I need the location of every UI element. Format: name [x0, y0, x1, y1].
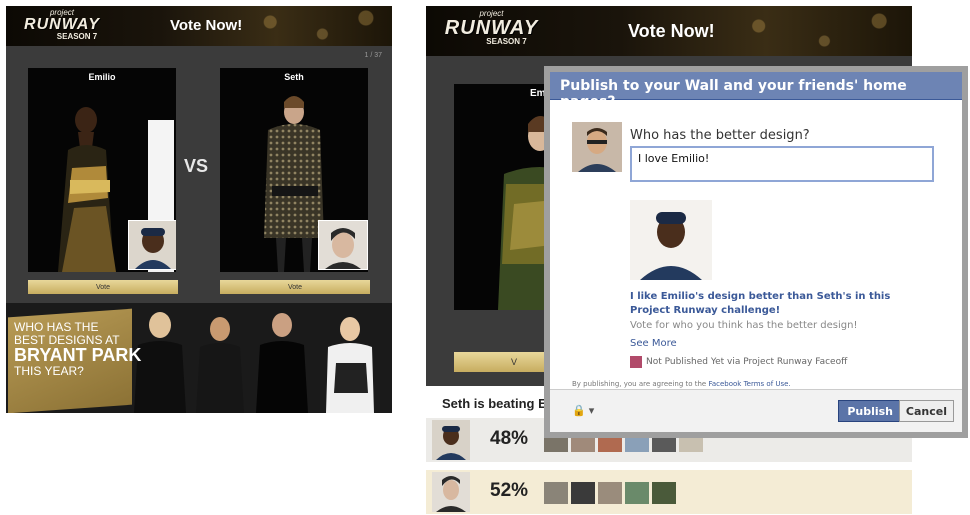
- designer-thumb-seth: [318, 220, 368, 270]
- header-banner: project RUNWAY SEASON 7 Vote Now!: [6, 6, 392, 46]
- app-icon: [630, 356, 642, 368]
- attachment-title-link[interactable]: I like Emilio's design better than Seth'…: [630, 290, 930, 318]
- friend-avatar[interactable]: [571, 482, 595, 504]
- dialog-title: Publish to your Wall and your friends' h…: [550, 72, 962, 110]
- vote-percent: 52%: [490, 480, 529, 501]
- bryant-park-promo[interactable]: WHO HAS THE BEST DESIGNS AT BRYANT PARK …: [6, 303, 392, 413]
- designer-avatar-emilio: [432, 420, 470, 460]
- friend-avatar[interactable]: [625, 482, 649, 504]
- attachment-image[interactable]: [630, 200, 712, 280]
- vote-now-title: Vote Now!: [170, 17, 243, 34]
- left-app-panel: project RUNWAY SEASON 7 Vote Now! 1 / 37…: [6, 6, 392, 413]
- terms-notice: By publishing, you are agreeing to the F…: [572, 380, 791, 388]
- versus-label: VS: [184, 156, 209, 176]
- terms-link[interactable]: Facebook Terms of Use.: [708, 380, 790, 388]
- lock-icon[interactable]: 🔒 ▾: [572, 404, 594, 417]
- vote-button-seth[interactable]: Vote: [220, 280, 370, 294]
- project-runway-logo: project RUNWAY SEASON 7: [24, 8, 100, 41]
- see-more-link[interactable]: See More: [630, 338, 677, 349]
- terms-text: By publishing, you are agreeing to the: [572, 380, 707, 388]
- friend-avatars: [544, 482, 676, 504]
- contestant-card-seth[interactable]: Seth: [220, 68, 368, 272]
- contestant-name: Emilio: [88, 72, 116, 82]
- vote-button-emilio[interactable]: Vote: [28, 280, 178, 294]
- publish-dialog: Publish to your Wall and your friends' h…: [544, 66, 968, 438]
- designer-thumb-emilio: [128, 220, 176, 270]
- publish-status-text: Not Published Yet via Project Runway Fac…: [646, 357, 848, 367]
- header-banner: project RUNWAY SEASON 7 Vote Now!: [426, 6, 912, 56]
- result-row: 52%: [426, 470, 912, 514]
- friend-avatar[interactable]: [544, 482, 568, 504]
- contestant-name: Seth: [284, 72, 304, 82]
- results-heading: Seth is beating E: [442, 396, 547, 411]
- post-prompt: Who has the better design?: [630, 128, 810, 143]
- publish-status: Not Published Yet via Project Runway Fac…: [630, 356, 847, 368]
- message-input[interactable]: I love Emilio!: [630, 146, 934, 182]
- publish-button[interactable]: Publish: [838, 400, 902, 422]
- vote-now-title: Vote Now!: [628, 21, 715, 41]
- dialog-footer: 🔒 ▾ Publish Cancel: [550, 389, 962, 432]
- friend-avatar[interactable]: [598, 482, 622, 504]
- contestant-card-emilio[interactable]: Emilio: [28, 68, 176, 272]
- user-avatar: [572, 122, 622, 172]
- attachment-description: Vote for who you think has the better de…: [630, 320, 858, 331]
- cancel-button[interactable]: Cancel: [898, 400, 954, 422]
- page-counter: 1 / 37: [364, 52, 382, 59]
- friend-avatar[interactable]: [652, 482, 676, 504]
- vote-percent: 48%: [490, 428, 529, 449]
- project-runway-logo: project RUNWAY SEASON 7: [444, 9, 539, 46]
- designer-avatar-seth: [432, 472, 470, 512]
- promo-text: WHO HAS THE BEST DESIGNS AT BRYANT PARK …: [14, 320, 142, 379]
